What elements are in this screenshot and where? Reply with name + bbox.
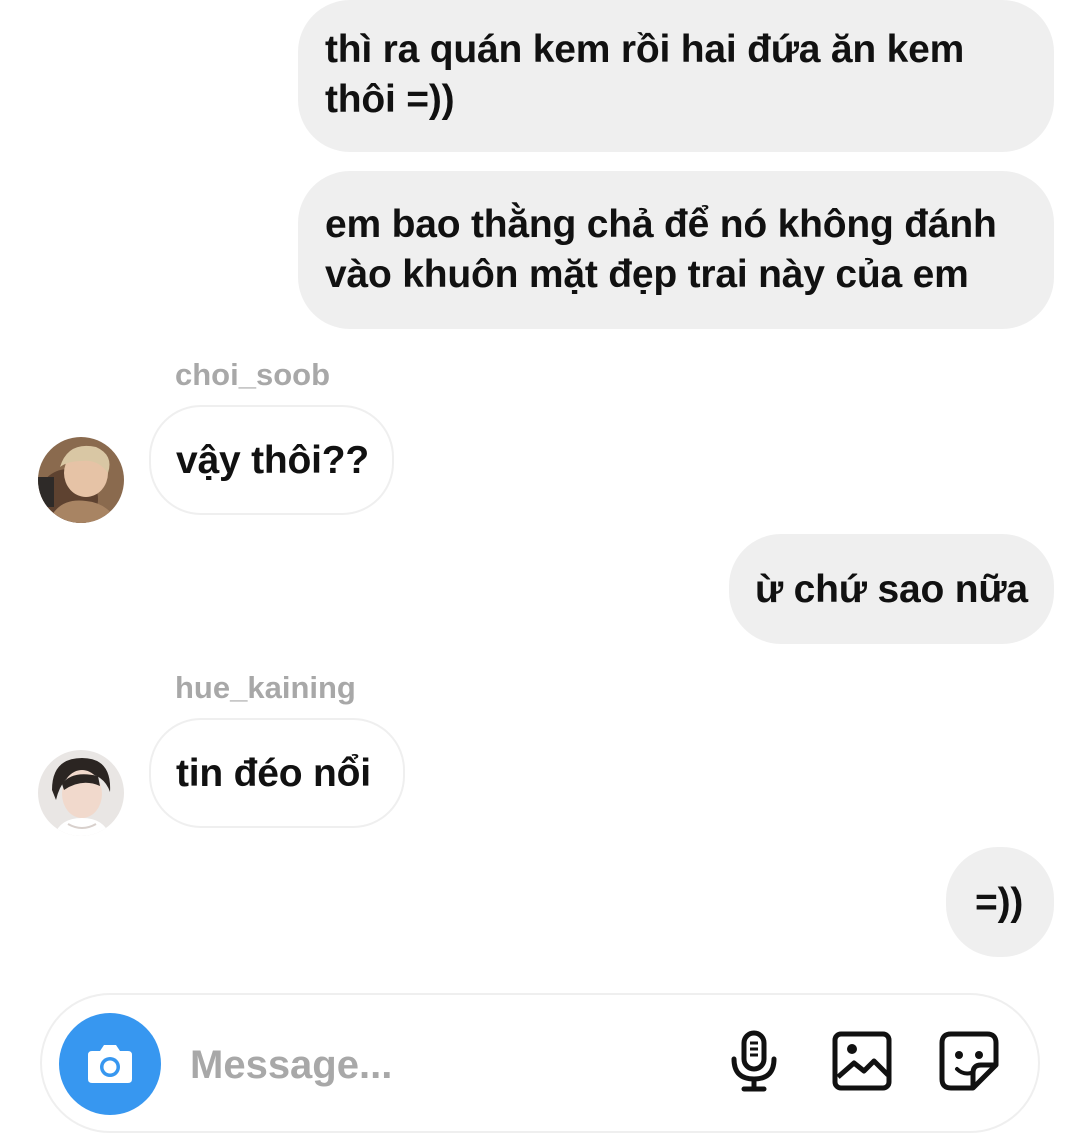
sticker-icon: [939, 1031, 999, 1091]
sticker-button[interactable]: [937, 1029, 1001, 1093]
message-text: vậy thôi??: [176, 439, 370, 482]
message-text: tin đéo nổi: [176, 752, 371, 795]
message-text-line: em bao thằng chả để nó không đánh: [325, 203, 997, 246]
message-text: ừ chứ sao nữa: [755, 568, 1028, 611]
message-input[interactable]: [190, 1035, 710, 1095]
incoming-message[interactable]: tin đéo nổi: [149, 718, 405, 828]
gallery-button[interactable]: [830, 1029, 894, 1093]
message-thread: thì ra quán kem rồi hai đứa ăn kem thôi …: [0, 0, 1080, 985]
voice-message-button[interactable]: [722, 1029, 786, 1093]
outgoing-message[interactable]: em bao thằng chả để nó không đánh vào kh…: [298, 171, 1054, 329]
sender-name: choi_soob: [175, 357, 331, 392]
camera-icon: [88, 1045, 132, 1083]
gallery-icon: [832, 1031, 892, 1091]
avatar[interactable]: [38, 750, 124, 836]
outgoing-message[interactable]: ừ chứ sao nữa: [729, 534, 1054, 644]
sender-name: hue_kaining: [175, 670, 356, 705]
message-text-line: thì ra quán kem rồi hai đứa ăn kem: [325, 28, 965, 71]
avatar-photo: [38, 437, 124, 523]
avatar-photo: [38, 750, 124, 836]
microphone-icon: [731, 1030, 777, 1092]
outgoing-message[interactable]: =)): [946, 847, 1054, 957]
message-text-line: vào khuôn mặt đẹp trai này của em: [325, 253, 969, 296]
message-composer: [40, 993, 1040, 1133]
message-text: =)): [975, 881, 1024, 924]
message-text-line: thôi =)): [325, 78, 455, 121]
camera-button[interactable]: [59, 1013, 161, 1115]
outgoing-message[interactable]: thì ra quán kem rồi hai đứa ăn kem thôi …: [298, 0, 1054, 152]
avatar[interactable]: [38, 437, 124, 523]
incoming-message[interactable]: vậy thôi??: [149, 405, 394, 515]
